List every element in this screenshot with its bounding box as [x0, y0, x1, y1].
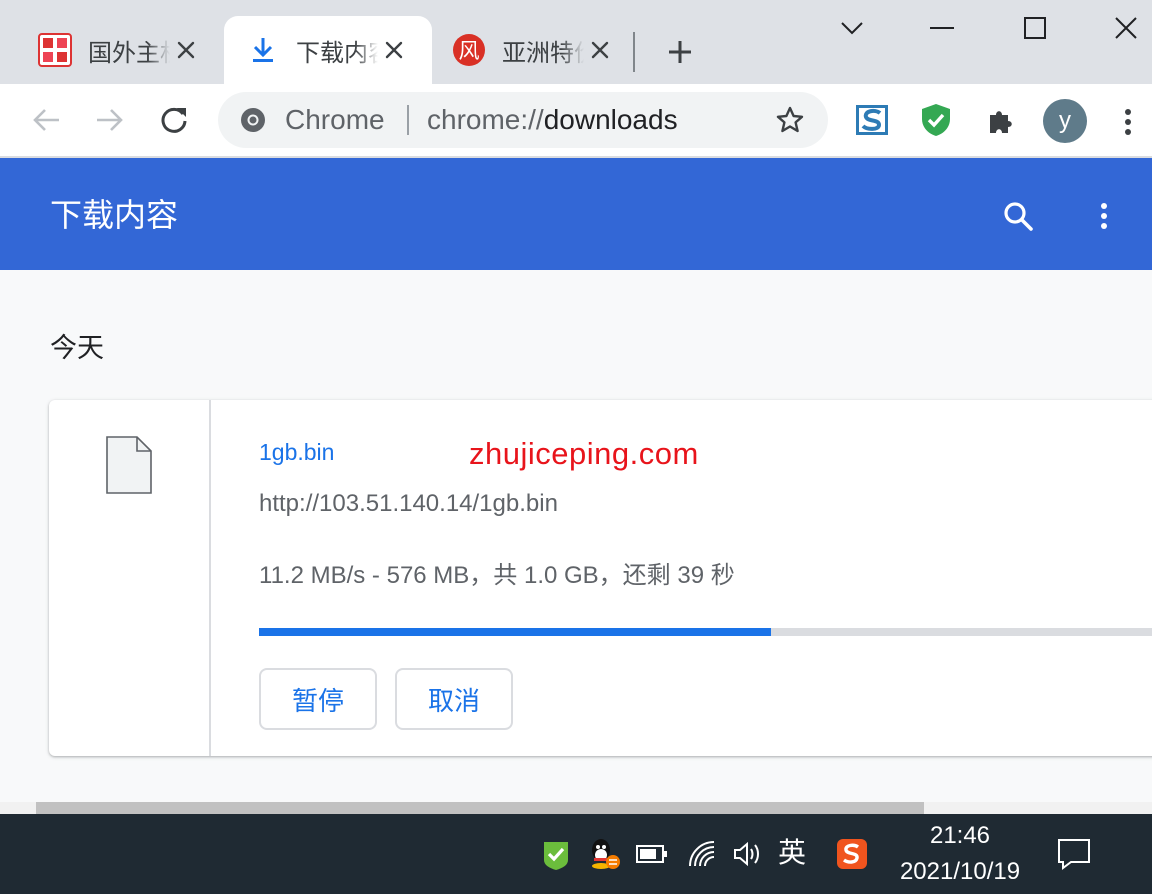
action-center-button[interactable] [1054, 834, 1094, 874]
tab-downloads[interactable]: 下载内容 [224, 16, 432, 84]
date-heading: 今天 [50, 333, 104, 363]
horizontal-scrollbar[interactable] [0, 802, 1152, 814]
watermark-text: zhujiceping.com [469, 436, 699, 471]
puzzle-icon [990, 111, 1012, 133]
close-icon[interactable] [586, 36, 614, 64]
back-button[interactable] [26, 100, 66, 140]
search-icon [1004, 202, 1033, 231]
url-scheme: chrome:// [427, 104, 544, 135]
browser-menu-button[interactable] [1112, 102, 1144, 142]
pause-button[interactable]: 暂停 [259, 668, 377, 730]
battery-tray-icon[interactable] [632, 834, 672, 874]
wifi-tray-icon[interactable] [683, 834, 723, 874]
site-chip: Chrome [285, 104, 385, 135]
s-extension-icon [856, 105, 888, 135]
progress-fill [259, 628, 771, 636]
downloads-header: 下载内容 [0, 158, 1152, 270]
close-icon[interactable] [172, 36, 200, 64]
close-window-button[interactable] [1106, 8, 1146, 48]
battery-icon [636, 845, 667, 863]
maximize-button[interactable] [1015, 8, 1055, 48]
file-icon [106, 436, 152, 494]
download-progress-bar [259, 628, 1152, 636]
close-icon [1115, 17, 1137, 39]
download-icon [246, 33, 280, 67]
tab-search-button[interactable] [832, 8, 872, 48]
more-vert-icon [1125, 109, 1131, 135]
shield-check-icon [922, 104, 950, 136]
star-icon [776, 106, 804, 133]
minimize-button[interactable] [922, 8, 962, 48]
volume-icon [734, 841, 759, 867]
new-tab-button[interactable] [660, 32, 700, 72]
tab-title: 国外主机 [88, 39, 170, 67]
security-tray-icon[interactable] [536, 834, 576, 874]
windows-taskbar: 英 21:46 2021/10/19 [0, 814, 1152, 894]
downloads-more-button[interactable] [1088, 196, 1120, 236]
plus-icon [669, 41, 691, 63]
svg-text:风: 风 [459, 39, 480, 63]
chrome-icon [241, 108, 265, 132]
scrollbar-thumb[interactable] [36, 802, 924, 814]
download-item-card: 1gb.bin zhujiceping.com http://103.51.14… [49, 400, 1152, 756]
more-vert-icon [1101, 203, 1107, 229]
close-icon[interactable] [380, 36, 408, 64]
chevron-down-icon [841, 22, 863, 35]
reload-button[interactable] [154, 100, 194, 140]
chip-divider [407, 105, 409, 135]
tab-strip: 国外主机 下载内容 风 亚洲特价 [0, 0, 1152, 84]
forward-button[interactable] [90, 100, 130, 140]
extension-s-button[interactable] [854, 102, 890, 138]
cancel-button[interactable]: 取消 [395, 668, 513, 730]
wifi-icon [689, 841, 715, 867]
taskbar-time[interactable]: 21:46 [900, 822, 1020, 850]
search-downloads-button[interactable] [998, 196, 1038, 236]
back-arrow-icon [33, 109, 59, 131]
tab-yazhou-tejia[interactable]: 风 亚洲特价 [432, 16, 632, 84]
sogou-tray-icon[interactable] [832, 834, 872, 874]
file-name-link[interactable]: 1gb.bin [259, 438, 334, 466]
file-url[interactable]: http://103.51.140.14/1gb.bin [259, 490, 558, 518]
seal-favicon-icon [38, 33, 72, 67]
bookmark-star-button[interactable] [774, 104, 806, 136]
taskbar-date[interactable]: 2021/10/19 [890, 858, 1030, 886]
address-bar[interactable]: Chrome chrome://downloads [218, 92, 828, 148]
tab-separator [633, 32, 635, 72]
download-status: 11.2 MB/s - 576 MB，共 1.0 GB，还剩 39 秒 [259, 562, 735, 589]
extensions-button[interactable] [983, 102, 1019, 138]
reload-icon [161, 107, 187, 133]
qq-tray-icon[interactable] [584, 834, 624, 874]
maximize-icon [1024, 17, 1046, 39]
tab-title: 下载内容 [296, 39, 378, 67]
url-text[interactable]: chrome://downloads [427, 104, 678, 136]
input-method-indicator[interactable]: 英 [778, 836, 806, 870]
browser-toolbar: Chrome chrome://downloads y [0, 84, 1152, 158]
file-icon-column [49, 400, 211, 756]
extension-shield-button[interactable] [918, 102, 954, 138]
wind-favicon-icon: 风 [452, 33, 486, 67]
tab-guowai-zhuji[interactable]: 国外主机 [0, 16, 224, 84]
volume-tray-icon[interactable] [728, 834, 768, 874]
tab-title: 亚洲特价 [502, 39, 584, 67]
profile-avatar[interactable]: y [1043, 99, 1087, 143]
page-title: 下载内容 [50, 197, 179, 233]
forward-arrow-icon [97, 109, 123, 131]
notification-icon [1058, 839, 1090, 870]
minimize-icon [930, 27, 954, 29]
url-path: downloads [543, 104, 678, 135]
